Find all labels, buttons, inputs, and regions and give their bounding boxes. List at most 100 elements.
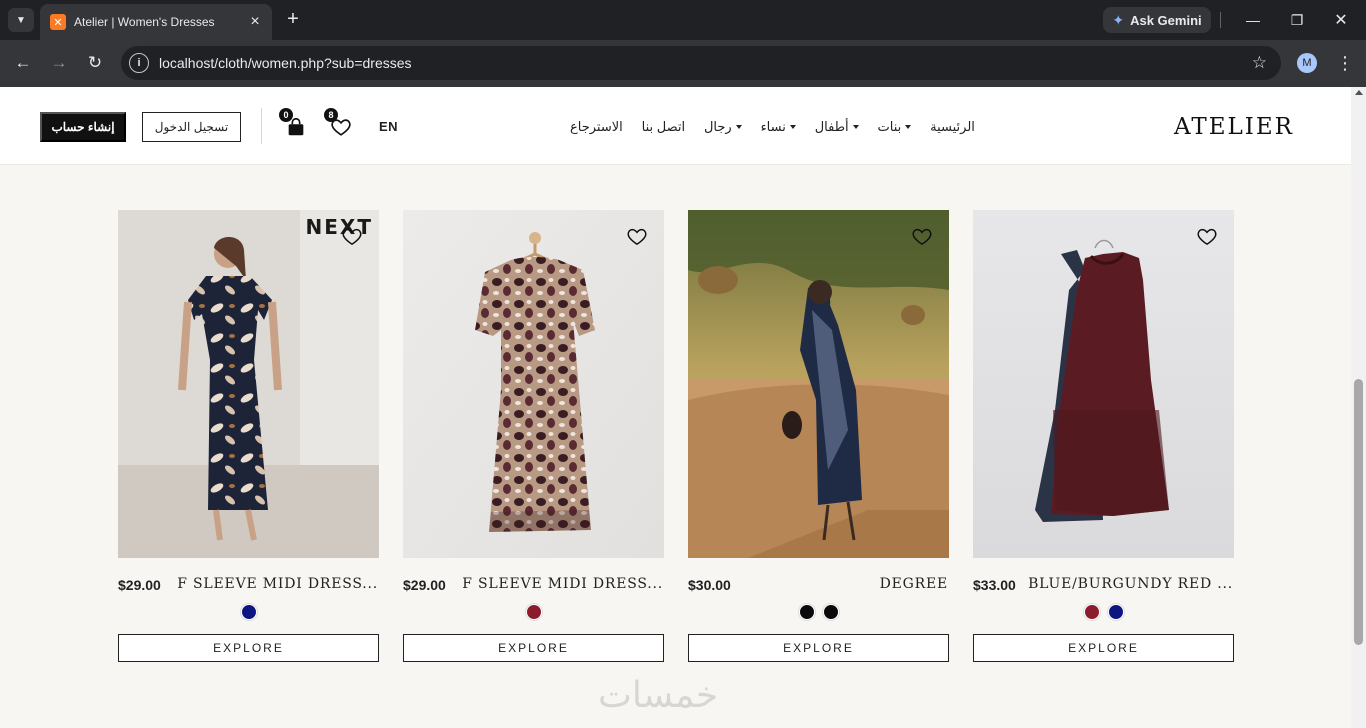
new-tab-plus-icon[interactable]: + <box>282 8 304 32</box>
site-header: ATELIER الرئيسية بنات أطفال نساء رجال ات… <box>0 87 1351 165</box>
gemini-sparkle-icon: ✦ <box>1112 11 1125 28</box>
browser-tab-bar: ▼ ✕ Atelier | Women's Dresses × + ✦ Ask … <box>0 0 1366 40</box>
nav-label: اتصل بنا <box>641 119 686 134</box>
add-to-wishlist-heart-icon[interactable] <box>626 226 648 246</box>
add-to-wishlist-heart-icon[interactable] <box>911 226 933 246</box>
color-swatch-burgundy[interactable] <box>1083 604 1100 620</box>
product-price: $29.00 <box>118 577 161 593</box>
product-info: $30.00 DEGREE <box>688 568 949 604</box>
login-button[interactable]: تسجيل الدخول <box>142 112 241 142</box>
caret-down-icon <box>852 125 859 129</box>
nav-item-contact[interactable]: اتصل بنا <box>642 119 685 135</box>
back-arrow-icon[interactable]: ← <box>10 50 36 76</box>
color-swatches <box>688 604 949 620</box>
window-minimize-icon[interactable]: — <box>1238 8 1268 32</box>
color-swatches <box>403 604 664 620</box>
page-viewport: ATELIER الرئيسية بنات أطفال نساء رجال ات… <box>0 87 1366 728</box>
nav-item-kids[interactable]: أطفال <box>815 119 859 135</box>
nav-label: أطفال <box>814 119 849 134</box>
tab-title: Atelier | Women's Dresses <box>74 15 215 29</box>
product-name[interactable]: F SLEEVE MIDI DRESS... <box>462 576 663 592</box>
product-price: $30.00 <box>688 577 731 593</box>
nav-item-women[interactable]: نساء <box>761 119 796 135</box>
product-info: $29.00 F SLEEVE MIDI DRESS... <box>403 568 664 604</box>
explore-button[interactable]: EXPLORE <box>973 634 1234 662</box>
nav-item-home[interactable]: الرئيسية <box>930 119 975 135</box>
profile-avatar[interactable]: M <box>1297 53 1317 73</box>
leopard-dress-photo <box>403 210 664 558</box>
caret-down-icon <box>789 125 796 129</box>
product-price: $33.00 <box>973 577 1016 593</box>
scrollbar-thumb[interactable] <box>1354 379 1363 645</box>
product-card[interactable]: $30.00 DEGREE EXPLORE <box>688 210 949 662</box>
ask-gemini-button[interactable]: ✦ Ask Gemini <box>1103 7 1211 33</box>
product-name[interactable]: BLUE/BURGUNDY RED ... <box>1028 576 1233 592</box>
product-name[interactable]: F SLEEVE MIDI DRESS... <box>177 576 378 592</box>
url-text[interactable]: localhost/cloth/women.php?sub=dresses <box>159 55 1252 71</box>
two-dresses-photo <box>973 210 1234 558</box>
nav-label: رجال <box>703 119 732 134</box>
explore-button[interactable]: EXPLORE <box>118 634 379 662</box>
color-swatch-navy[interactable] <box>1107 604 1124 620</box>
nav-label: الرئيسية <box>930 119 975 134</box>
product-card[interactable]: $33.00 BLUE/BURGUNDY RED ... EXPLORE <box>973 210 1234 662</box>
header-divider <box>261 108 262 144</box>
browser-tab-active[interactable]: ✕ Atelier | Women's Dresses × <box>40 4 272 40</box>
caret-down-icon <box>735 125 742 129</box>
wishlist-count-badge: 8 <box>324 108 338 122</box>
tabbar-divider <box>1220 12 1221 28</box>
site-info-icon[interactable]: i <box>129 53 149 73</box>
nav-label: بنات <box>877 119 902 134</box>
nav-label: الاسترجاع <box>570 119 623 134</box>
nav-item-returns[interactable]: الاسترجاع <box>570 119 623 135</box>
product-image[interactable] <box>973 210 1234 558</box>
outdoor-dress-photo <box>688 210 949 558</box>
product-price: $29.00 <box>403 577 446 593</box>
product-card[interactable]: NEXT $29.00 F SLEEVE MIDI DRESS... EXPLO… <box>118 210 379 662</box>
bookmark-star-icon[interactable]: ☆ <box>1252 53 1267 73</box>
color-swatch-navy[interactable] <box>240 604 257 620</box>
model-floral-dress-photo <box>118 210 379 558</box>
color-swatches <box>118 604 379 620</box>
signup-button[interactable]: إنشاء حساب <box>40 112 126 142</box>
window-close-icon[interactable]: ✕ <box>1326 8 1356 32</box>
color-swatch-burgundy[interactable] <box>525 604 542 620</box>
xampp-favicon-icon: ✕ <box>50 14 66 30</box>
browser-toolbar: ← → ↻ i localhost/cloth/women.php?sub=dr… <box>0 40 1366 87</box>
tab-close-icon[interactable]: × <box>246 13 264 31</box>
address-bar[interactable]: i localhost/cloth/women.php?sub=dresses … <box>121 46 1281 80</box>
explore-button[interactable]: EXPLORE <box>688 634 949 662</box>
language-switch[interactable]: EN <box>379 119 398 134</box>
product-name[interactable]: DEGREE <box>880 576 948 592</box>
color-swatches <box>973 604 1234 620</box>
nav-item-men[interactable]: رجال <box>704 119 742 135</box>
product-image[interactable] <box>403 210 664 558</box>
brand-logo[interactable]: ATELIER <box>1174 114 1294 140</box>
explore-button[interactable]: EXPLORE <box>403 634 664 662</box>
ask-gemini-label: Ask Gemini <box>1130 12 1202 28</box>
window-restore-icon[interactable]: ❐ <box>1282 8 1312 32</box>
product-card[interactable]: $29.00 F SLEEVE MIDI DRESS... EXPLORE <box>403 210 664 662</box>
cart-button[interactable]: 0 <box>279 108 307 138</box>
forward-arrow-icon[interactable]: → <box>46 50 72 76</box>
add-to-wishlist-heart-icon[interactable] <box>341 226 363 246</box>
reload-icon[interactable]: ↻ <box>82 50 108 76</box>
product-info: $29.00 F SLEEVE MIDI DRESS... <box>118 568 379 604</box>
add-to-wishlist-heart-icon[interactable] <box>1196 226 1218 246</box>
page-scrollbar[interactable] <box>1351 87 1366 728</box>
main-navigation: الرئيسية بنات أطفال نساء رجال اتصل بنا ا… <box>570 117 975 137</box>
watermark-text: خمسات <box>598 675 719 716</box>
product-image[interactable] <box>688 210 949 558</box>
color-swatch-black[interactable] <box>822 604 839 620</box>
nav-item-girls[interactable]: بنات <box>878 119 912 135</box>
color-swatch-black[interactable] <box>798 604 815 620</box>
product-info: $33.00 BLUE/BURGUNDY RED ... <box>973 568 1234 604</box>
browser-menu-kebab-icon[interactable]: ⋮ <box>1336 52 1354 74</box>
nav-label: نساء <box>760 119 786 134</box>
cart-count-badge: 0 <box>279 108 293 122</box>
product-image[interactable]: NEXT <box>118 210 379 558</box>
tab-search-chevron-icon[interactable]: ▼ <box>8 8 34 32</box>
wishlist-button[interactable]: 8 <box>324 108 352 138</box>
scroll-up-arrow-icon[interactable] <box>1355 90 1363 95</box>
caret-down-icon <box>905 125 912 129</box>
